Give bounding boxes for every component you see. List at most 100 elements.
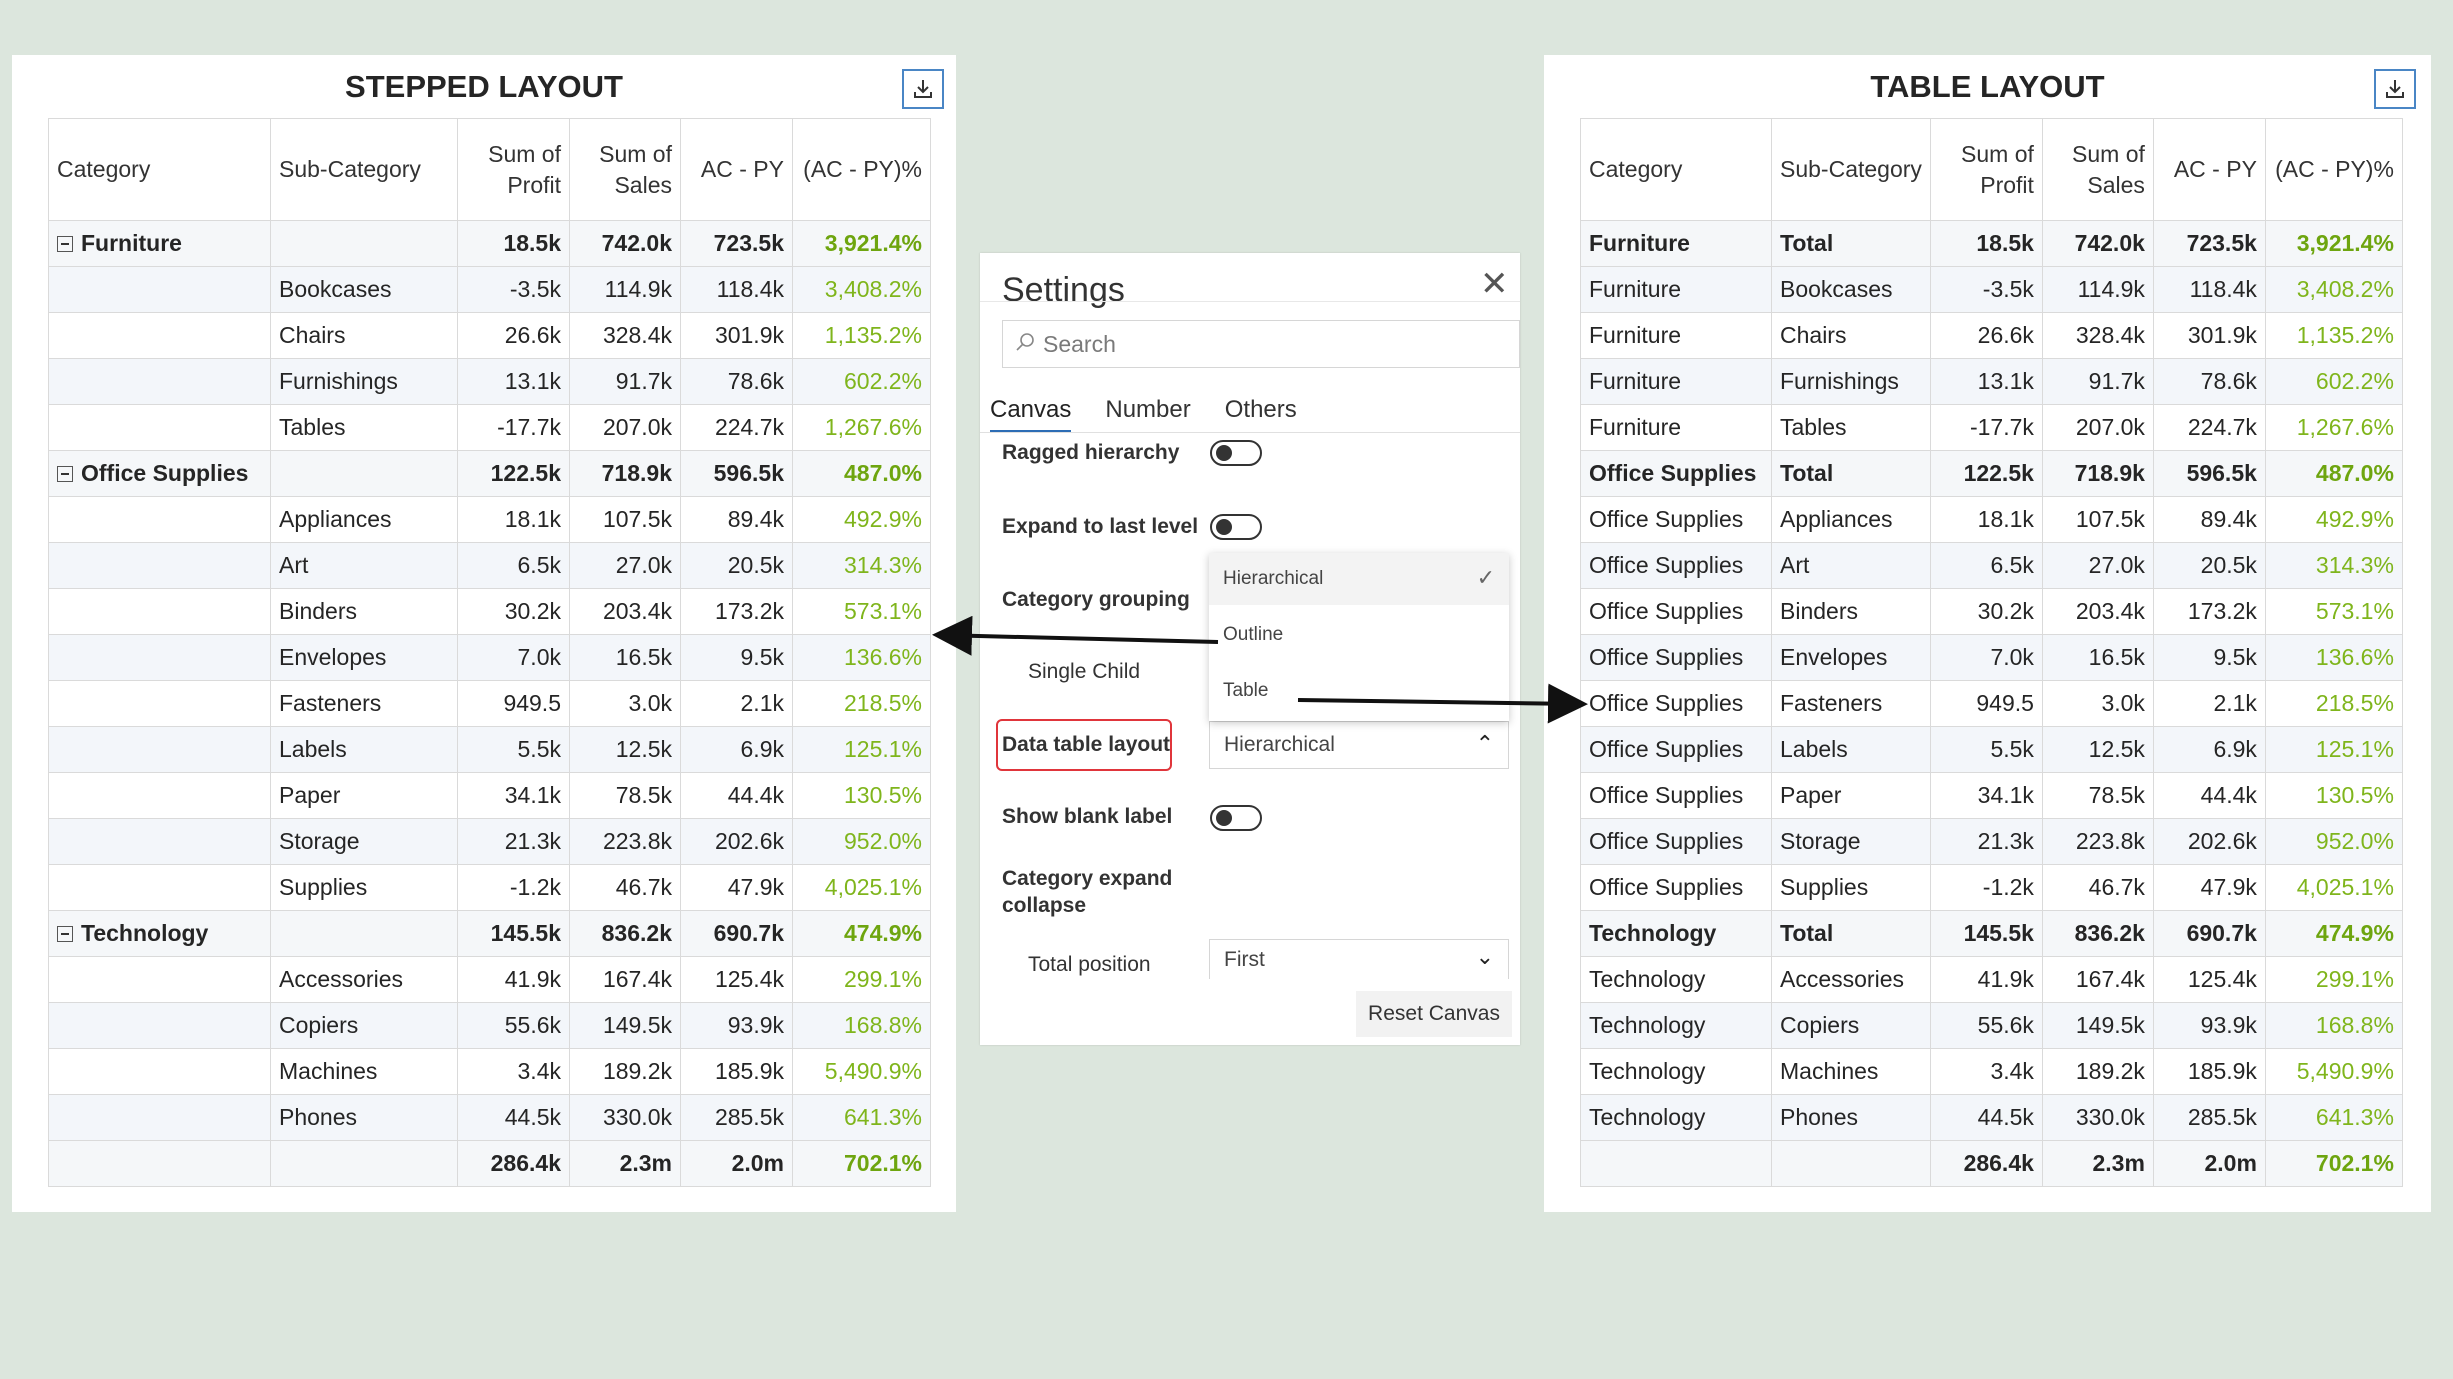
tab-canvas[interactable]: Canvas [990, 396, 1072, 433]
cell-category: Office Supplies [1580, 864, 1772, 911]
close-icon[interactable]: ✕ [1480, 267, 1509, 301]
cell-sales: 742.0k [2041, 220, 2154, 267]
reset-canvas-button[interactable]: Reset Canvas [1356, 991, 1512, 1037]
cell-category-text: Office Supplies [1589, 552, 1744, 578]
collapse-icon[interactable] [57, 236, 73, 252]
cell-sales: 27.0k [569, 542, 681, 589]
cell-acpy-pct-text: 168.8% [843, 1012, 922, 1038]
ragged-hierarchy-toggle[interactable] [1210, 440, 1262, 466]
tab-number[interactable]: Number [1105, 396, 1190, 433]
cell-profit-text: 6.5k [1990, 552, 2034, 578]
cell-category [48, 956, 271, 1003]
cell-sales: 114.9k [2041, 266, 2154, 313]
cell-profit: 30.2k [1929, 588, 2043, 635]
cell-acpy-text: 125.4k [714, 966, 784, 992]
export-button[interactable] [902, 69, 944, 109]
cell-profit-text: 286.4k [1963, 1150, 2034, 1176]
cell-subcategory-text: Binders [1780, 598, 1858, 624]
cell-acpy-pct-text: 492.9% [2315, 506, 2394, 532]
table-row: Furniture Tables -17.7k 207.0k 224.7k 1,267.6… [1580, 404, 2403, 451]
expand-last-level-toggle[interactable] [1210, 514, 1262, 540]
col-header-subcategory[interactable]: Sub-Category [1771, 118, 1931, 221]
cell-category: Furniture [1580, 358, 1772, 405]
col-header-profit[interactable]: Sum of Profit [1929, 118, 2043, 221]
col-header-sales[interactable]: Sum of Sales [2041, 118, 2154, 221]
cell-acpy: 6.9k [2152, 726, 2266, 773]
cell-subcategory-text: Accessories [1780, 966, 1904, 992]
dropdown-option-hierarchical[interactable]: Hierarchical ✓ [1209, 553, 1509, 605]
cell-category-text: Technology [1589, 920, 1717, 946]
col-header-sales[interactable]: Sum of Sales [569, 118, 681, 221]
cell-sales-text: 12.5k [2088, 736, 2145, 762]
cell-profit: 145.5k [1929, 910, 2043, 957]
col-header-category[interactable]: Category [1580, 118, 1772, 221]
tab-others[interactable]: Others [1225, 396, 1297, 433]
cell-sales-text: 91.7k [2088, 368, 2145, 394]
cell-acpy-pct-text: 702.1% [2315, 1150, 2394, 1176]
cell-profit: 18.1k [1929, 496, 2043, 543]
cell-acpy-pct: 3,921.4% [2264, 220, 2403, 267]
cell-sales: 2.3m [2041, 1140, 2154, 1187]
dropdown-option-table[interactable]: Table [1209, 665, 1509, 717]
table-group-row: Technology Total 145.5k 836.2k 690.7k 474.9% [1580, 910, 2403, 957]
col-header-profit[interactable]: Sum of Profit [457, 118, 570, 221]
cell-acpy-pct: 130.5% [2264, 772, 2403, 819]
cell-profit-text: 3.4k [1990, 1058, 2034, 1084]
cell-category-text: Furniture [1589, 322, 1682, 348]
col-header-category[interactable]: Category [48, 118, 271, 221]
cell-acpy-text: 2.0m [731, 1150, 784, 1176]
dropdown-option-outline[interactable]: Outline [1209, 609, 1509, 661]
cell-category [1580, 1140, 1772, 1187]
cell-acpy-pct: 218.5% [792, 680, 931, 727]
cell-profit: -3.5k [457, 266, 570, 313]
collapse-icon[interactable] [57, 926, 73, 942]
cell-subcategory-text: Paper [1780, 782, 1842, 808]
table-row: Office Supplies Storage 21.3k 223.8k 202.6k 9… [1580, 818, 2403, 865]
cell-sales: 46.7k [2041, 864, 2154, 911]
cell-acpy-pct-text: 3,921.4% [824, 230, 922, 256]
cell-profit-text: 13.1k [1977, 368, 2034, 394]
cell-sales: 167.4k [569, 956, 681, 1003]
cell-acpy-text: 2.0m [2204, 1150, 2257, 1176]
col-header-acpy-pct[interactable]: (AC - PY)% [2264, 118, 2403, 221]
cell-sales: 149.5k [569, 1002, 681, 1049]
single-child-label: Single Child [1028, 660, 1141, 683]
data-table-layout-select[interactable]: Hierarchical ⌃ [1209, 721, 1509, 769]
table-row: Technology Accessories 41.9k 167.4k 125.4k 29… [1580, 956, 2403, 1003]
col-header-subcategory[interactable]: Sub-Category [270, 118, 458, 221]
cell-profit: 26.6k [457, 312, 570, 359]
table-row: Appliances 18.1k 107.5k 89.4k 492.9% [48, 496, 931, 543]
export-button[interactable] [2374, 69, 2416, 109]
cell-acpy: 47.9k [680, 864, 793, 911]
show-blank-label-toggle[interactable] [1210, 805, 1262, 831]
search-input[interactable]: Search [1002, 320, 1520, 368]
cell-acpy: 285.5k [2152, 1094, 2266, 1141]
cell-acpy-text: 202.6k [2187, 828, 2257, 854]
cell-acpy-text: 118.4k [716, 276, 784, 302]
cell-acpy-text: 6.9k [740, 736, 784, 762]
col-header-acpy[interactable]: AC - PY [2152, 118, 2266, 221]
table-row: Phones 44.5k 330.0k 285.5k 641.3% [48, 1094, 931, 1141]
cell-sales-text: 330.0k [602, 1104, 672, 1130]
cell-acpy-pct-text: 299.1% [2315, 966, 2394, 992]
total-position-select[interactable]: First ⌄ [1209, 939, 1509, 979]
col-header-acpy-pct[interactable]: (AC - PY)% [792, 118, 931, 221]
cell-subcategory: Tables [1771, 404, 1931, 451]
cell-subcategory-text: Total [1780, 230, 1834, 256]
cell-category: Office Supplies [1580, 726, 1772, 773]
cell-profit-text: 44.5k [1977, 1104, 2034, 1130]
cell-acpy-pct-text: 314.3% [2315, 552, 2394, 578]
col-header-profit-label: Sum of Profit [1961, 140, 2034, 198]
collapse-icon[interactable] [57, 466, 73, 482]
col-header-acpy[interactable]: AC - PY [680, 118, 793, 221]
cell-category [48, 358, 271, 405]
cell-subcategory: Labels [1771, 726, 1931, 773]
cell-acpy-text: 173.2k [2187, 598, 2257, 624]
cell-sales: 328.4k [569, 312, 681, 359]
cell-category-text: Office Supplies [1589, 782, 1744, 808]
cell-acpy-text: 20.5k [2200, 552, 2257, 578]
cell-category-text: Technology [1589, 966, 1706, 992]
category-grouping-label: Category grouping [1002, 588, 1190, 611]
cell-profit-text: 44.5k [504, 1104, 561, 1130]
cell-profit-text: 7.0k [517, 644, 561, 670]
